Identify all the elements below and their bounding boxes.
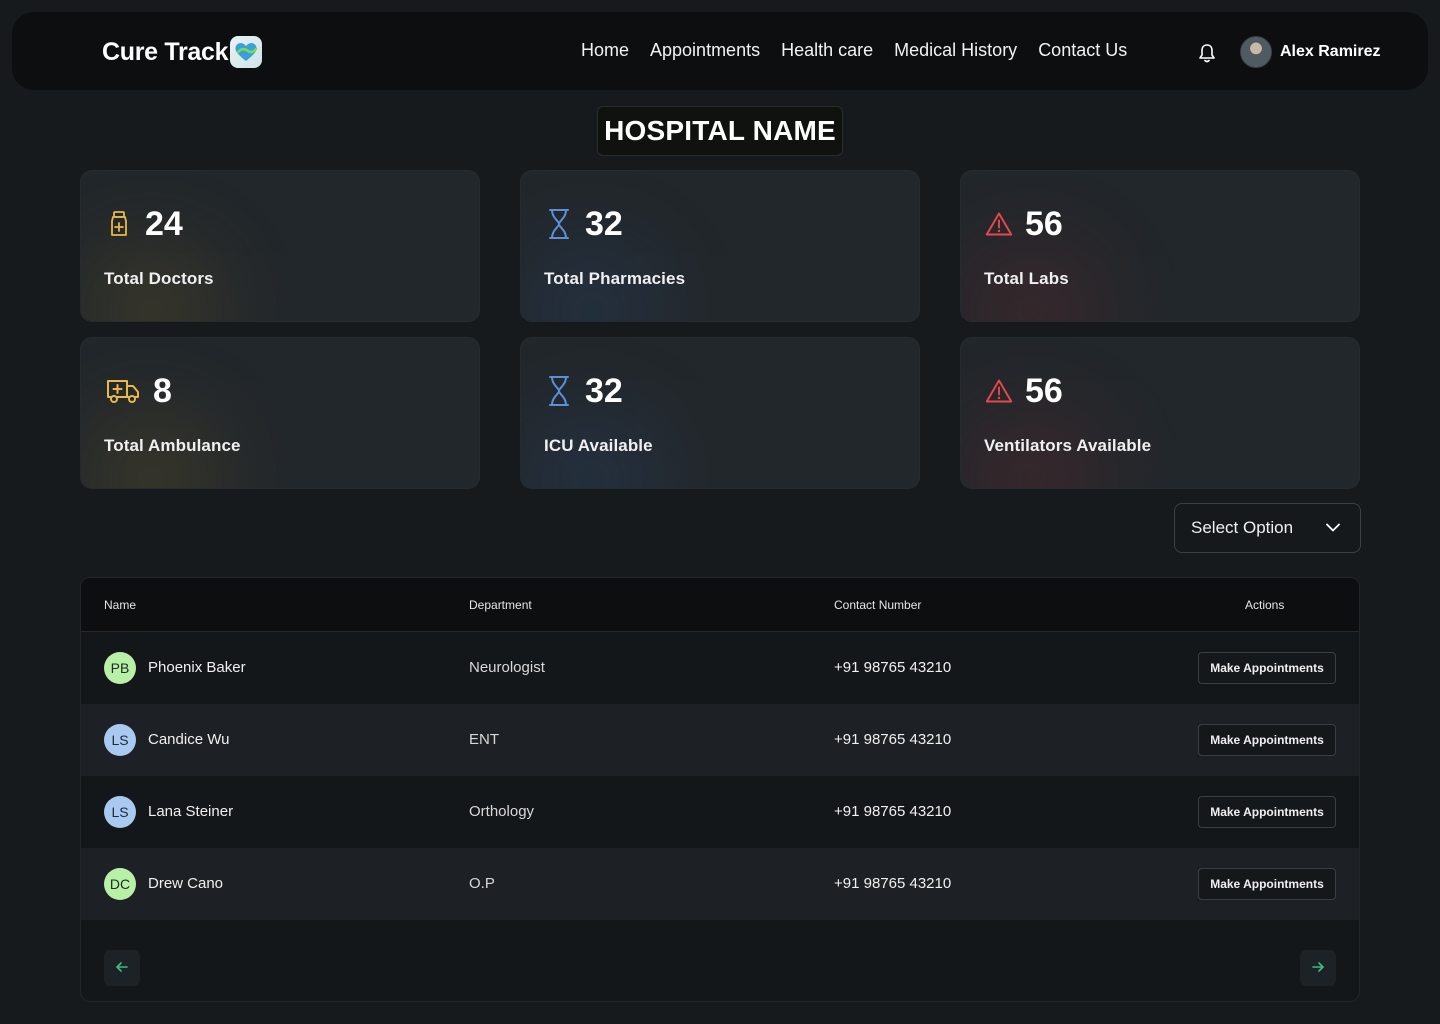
stat-card-icu-available[interactable]: 32 ICU Available — [520, 337, 920, 489]
doctor-name: Phoenix Baker — [148, 659, 246, 676]
nav-link-home[interactable]: Home — [581, 40, 629, 61]
doctor-contact: +91 98765 43210 — [834, 803, 952, 820]
warning-icon — [985, 207, 1013, 241]
stat-value: 56 — [1025, 372, 1063, 410]
stat-label: ICU Available — [544, 436, 653, 455]
arrow-left-icon — [116, 959, 128, 977]
select-placeholder: Select Option — [1191, 518, 1294, 537]
stat-value: 32 — [585, 372, 623, 410]
doctor-contact: +91 98765 43210 — [834, 875, 952, 892]
stat-card-total-labs[interactable]: 56 Total Labs — [960, 170, 1360, 322]
nav-link-medical-history[interactable]: Medical History — [894, 40, 1017, 61]
table-row: LS Candice Wu ENT +91 98765 43210 Make A… — [81, 704, 1359, 776]
doctor-department: O.P — [469, 875, 495, 892]
stat-value: 24 — [145, 205, 183, 243]
nav-link-health-care[interactable]: Health care — [781, 40, 873, 61]
previous-page-button[interactable] — [104, 950, 140, 986]
doctor-name: Candice Wu — [148, 731, 230, 748]
doctors-table: Name Department Contact Number Actions P… — [80, 577, 1360, 1002]
make-appointment-button[interactable]: Make Appointments — [1198, 652, 1336, 684]
table-row: DC Drew Cano O.P +91 98765 43210 Make Ap… — [81, 848, 1359, 920]
column-header-name: Name — [104, 598, 137, 612]
avatar-initials: LS — [104, 724, 136, 756]
avatar-initials: LS — [104, 796, 136, 828]
stat-value: 8 — [153, 372, 172, 410]
stat-value: 32 — [585, 205, 623, 243]
hospital-title: HOSPITAL NAME — [597, 106, 843, 156]
next-page-button[interactable] — [1300, 950, 1336, 986]
make-appointment-button[interactable]: Make Appointments — [1198, 868, 1336, 900]
ambulance-icon — [105, 374, 141, 408]
avatar-initials: PB — [104, 652, 136, 684]
nav-links: Home Appointments Health care Medical Hi… — [581, 40, 1127, 61]
stat-label: Total Labs — [984, 269, 1069, 288]
stat-card-ventilators-available[interactable]: 56 Ventilators Available — [960, 337, 1360, 489]
user-name: Alex Ramirez — [1280, 43, 1381, 60]
column-header-contact: Contact Number — [834, 598, 922, 612]
nav-link-contact-us[interactable]: Contact Us — [1038, 40, 1127, 61]
doctor-department: Orthology — [469, 803, 535, 820]
doctor-contact: +91 98765 43210 — [834, 659, 952, 676]
stat-label: Total Pharmacies — [544, 269, 686, 288]
user-menu[interactable]: Alex Ramirez — [1240, 36, 1381, 68]
table-row: PB Phoenix Baker Neurologist +91 98765 4… — [81, 632, 1359, 704]
make-appointment-button[interactable]: Make Appointments — [1198, 796, 1336, 828]
table-header: Name Department Contact Number Actions — [81, 578, 1359, 632]
doctor-department: ENT — [469, 731, 499, 748]
doctor-department: Neurologist — [469, 659, 545, 676]
medicine-bottle-icon — [105, 207, 133, 241]
logo-text: Cure Track — [102, 37, 229, 66]
stat-value: 56 — [1025, 205, 1063, 243]
doctor-name: Lana Steiner — [148, 803, 234, 820]
warning-icon — [985, 374, 1013, 408]
bell-icon[interactable] — [1196, 42, 1218, 64]
chevron-down-icon — [1326, 519, 1340, 537]
column-header-department: Department — [469, 598, 532, 612]
logo[interactable]: Cure Track — [102, 36, 263, 68]
avatar — [1240, 36, 1272, 68]
stat-card-total-ambulance[interactable]: 8 Total Ambulance — [80, 337, 480, 489]
nav-link-appointments[interactable]: Appointments — [650, 40, 760, 61]
stat-label: Ventilators Available — [984, 436, 1152, 455]
table-row: LS Lana Steiner Orthology +91 98765 4321… — [81, 776, 1359, 848]
heart-logo-icon — [230, 36, 263, 68]
app-frame: Cure Track Home Appointments Health care… — [0, 0, 1440, 1024]
avatar-initials: DC — [104, 868, 136, 900]
hourglass-icon — [545, 374, 573, 408]
stat-label: Total Ambulance — [104, 436, 241, 455]
doctor-name: Drew Cano — [148, 875, 224, 892]
stat-card-total-pharmacies[interactable]: 32 Total Pharmacies — [520, 170, 920, 322]
top-navbar: Cure Track Home Appointments Health care… — [12, 12, 1428, 90]
make-appointment-button[interactable]: Make Appointments — [1198, 724, 1336, 756]
hourglass-icon — [545, 207, 573, 241]
arrow-right-icon — [1312, 959, 1324, 977]
select-option-dropdown[interactable]: Select Option — [1174, 503, 1361, 553]
stat-label: Total Doctors — [104, 269, 214, 288]
stat-card-total-doctors[interactable]: 24 Total Doctors — [80, 170, 480, 322]
doctor-contact: +91 98765 43210 — [834, 731, 952, 748]
column-header-actions: Actions — [1245, 598, 1285, 612]
